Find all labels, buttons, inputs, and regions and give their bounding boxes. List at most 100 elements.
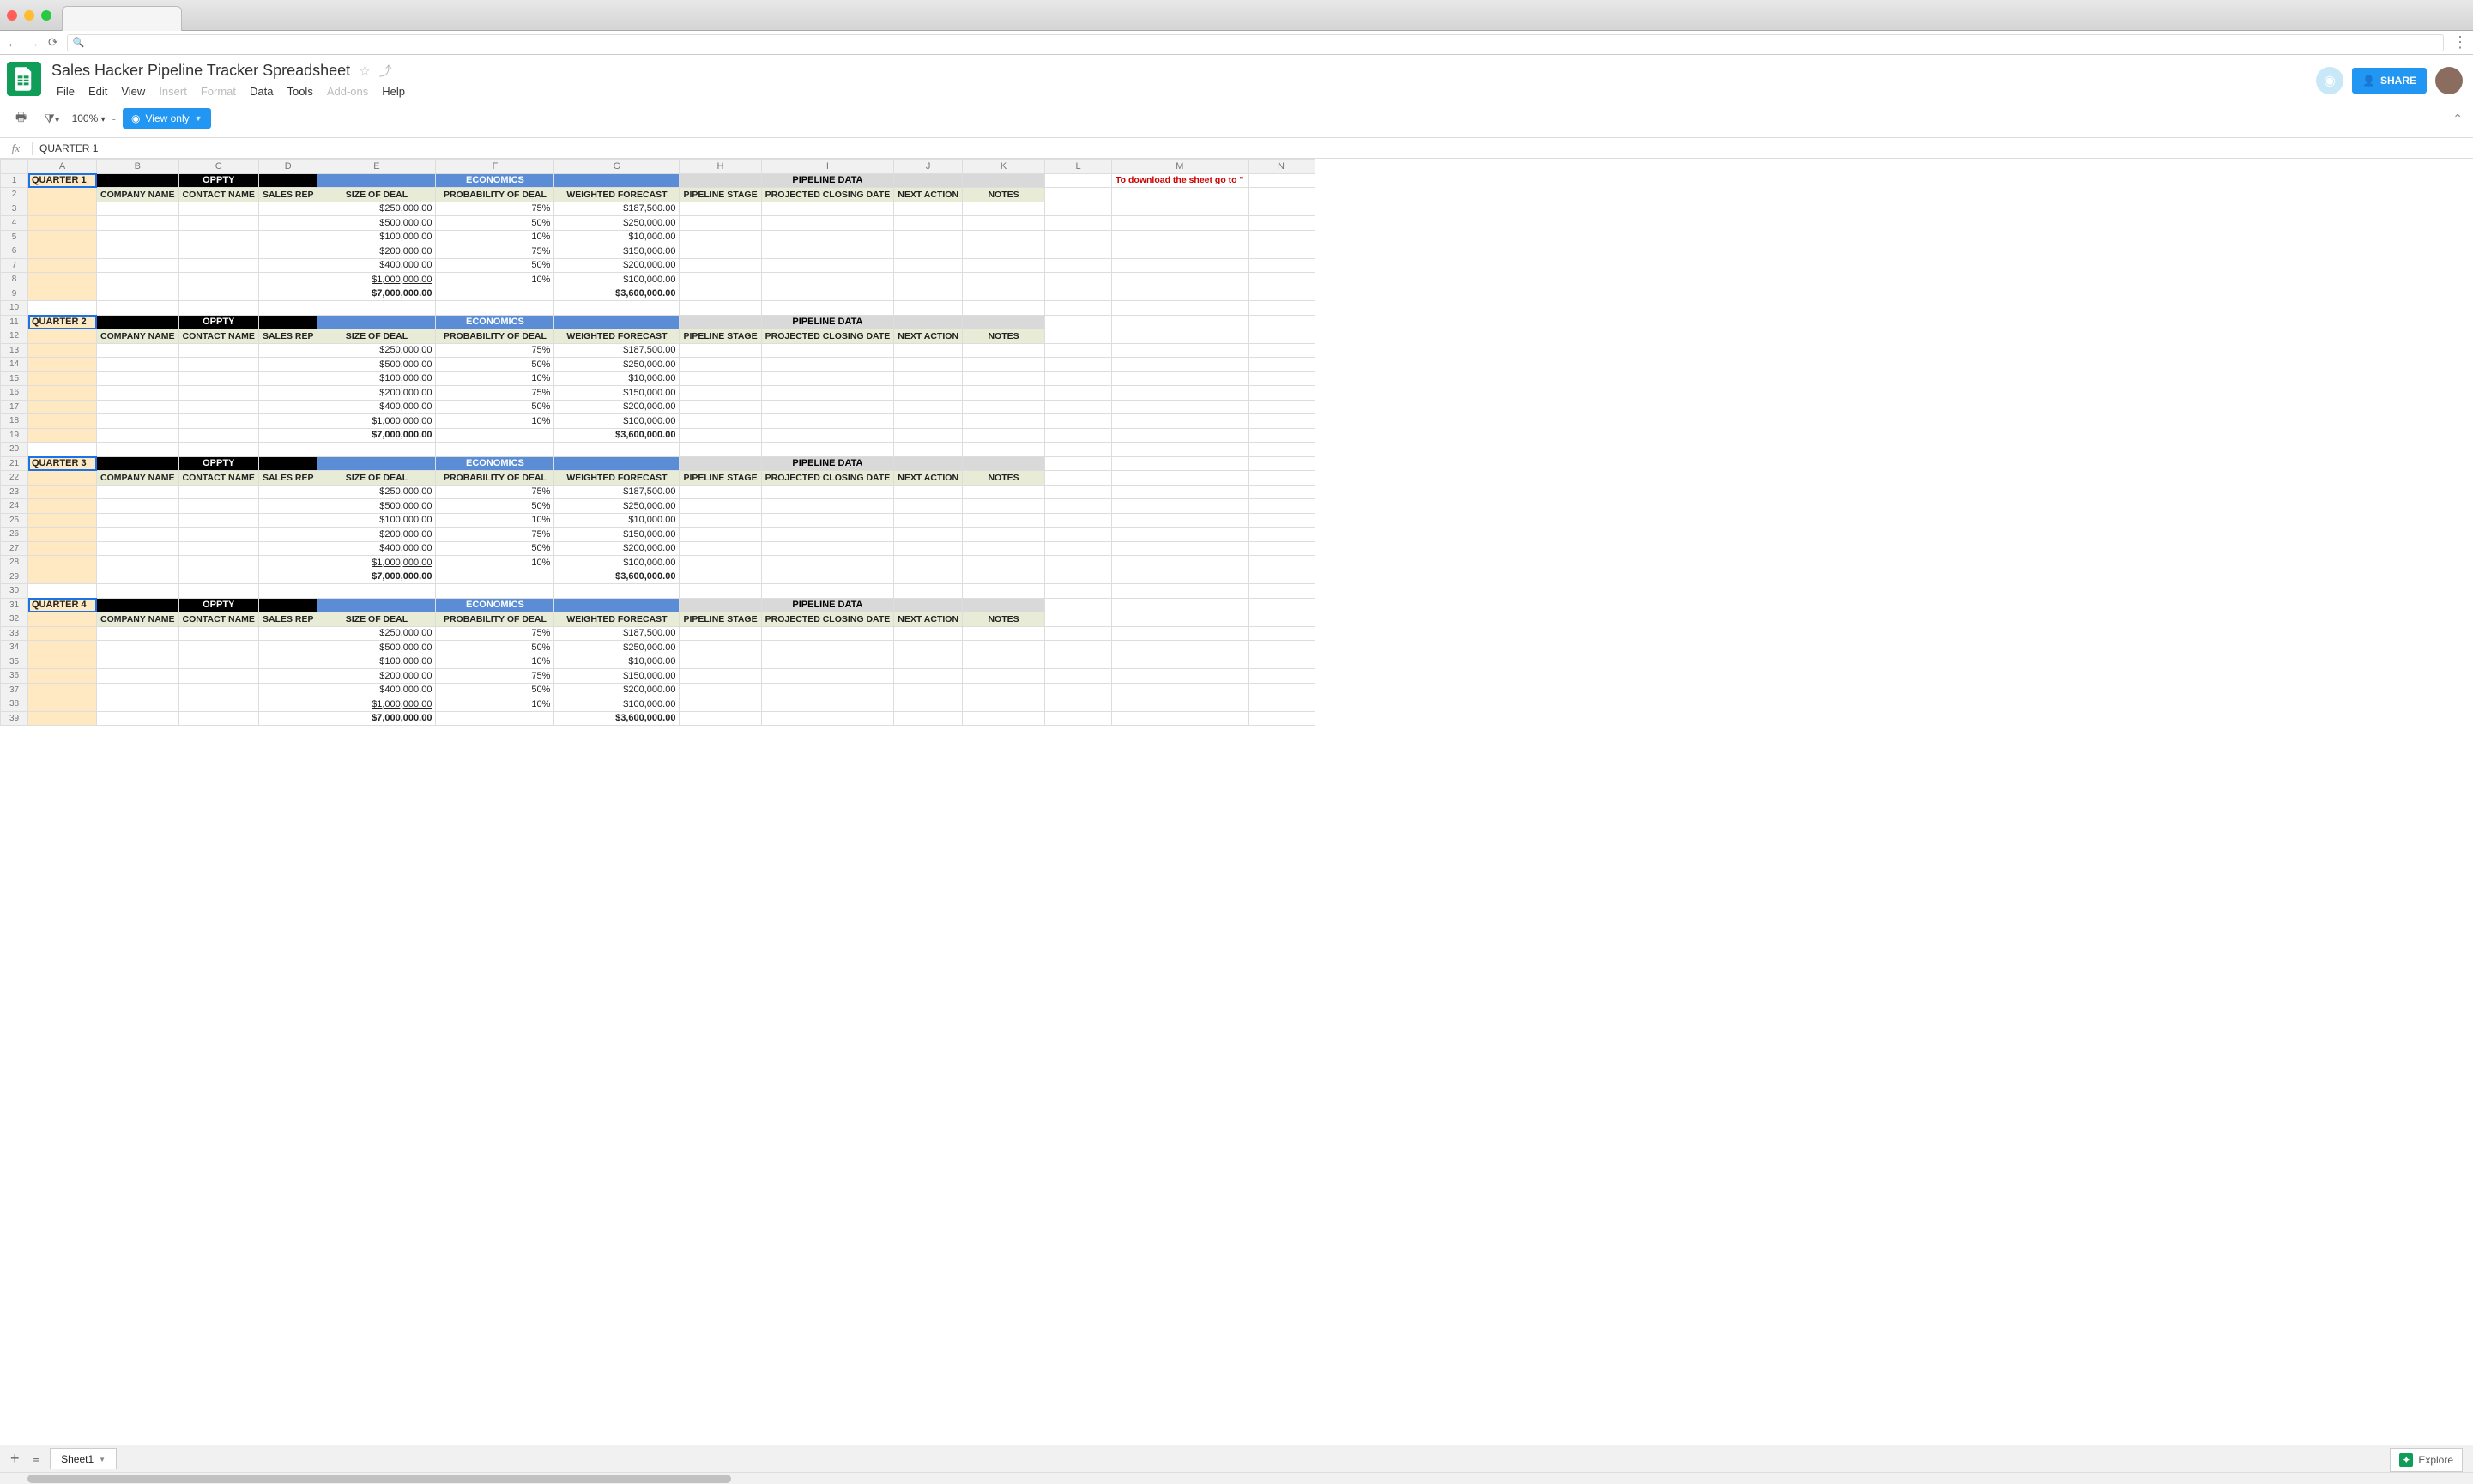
cell-G22[interactable]: WEIGHTED FORECAST [554,471,680,486]
cell-I39[interactable] [761,711,894,726]
row-header-9[interactable]: 9 [1,287,28,301]
cell-N16[interactable] [1248,386,1315,401]
cell-B13[interactable] [97,343,179,358]
cell-N8[interactable] [1248,273,1315,287]
cell-D32[interactable]: SALES REP [258,612,317,627]
cell-C4[interactable] [178,216,258,231]
cell-F11[interactable]: ECONOMICS [436,315,554,329]
cell-C10[interactable] [178,301,258,316]
cell-N33[interactable] [1248,626,1315,641]
row-header-14[interactable]: 14 [1,358,28,372]
cell-I2[interactable]: PROJECTED CLOSING DATE [761,188,894,202]
cell-J31[interactable] [894,598,963,612]
cell-J4[interactable] [894,216,963,231]
cell-F22[interactable]: PROBABILITY OF DEAL [436,471,554,486]
cell-A18[interactable] [28,414,97,429]
cell-H23[interactable] [680,485,761,499]
cell-E28[interactable]: $1,000,000.00 [317,556,436,570]
cell-F16[interactable]: 75% [436,386,554,401]
cell-K30[interactable] [963,584,1045,599]
cell-I3[interactable] [761,202,894,216]
cell-A34[interactable] [28,641,97,655]
cell-N12[interactable] [1248,329,1315,344]
cell-K34[interactable] [963,641,1045,655]
cell-E34[interactable]: $500,000.00 [317,641,436,655]
cell-B28[interactable] [97,556,179,570]
cell-E7[interactable]: $400,000.00 [317,258,436,273]
cell-B17[interactable] [97,400,179,414]
cell-K28[interactable] [963,556,1045,570]
cell-B32[interactable]: COMPANY NAME [97,612,179,627]
cell-A1[interactable]: QUARTER 1 [28,173,97,188]
cell-M33[interactable] [1112,626,1248,641]
cell-F2[interactable]: PROBABILITY OF DEAL [436,188,554,202]
cell-D9[interactable] [258,287,317,301]
cell-D15[interactable] [258,371,317,386]
cell-K24[interactable] [963,499,1045,514]
cell-E27[interactable]: $400,000.00 [317,541,436,556]
cell-E16[interactable]: $200,000.00 [317,386,436,401]
cell-F34[interactable]: 50% [436,641,554,655]
cell-B33[interactable] [97,626,179,641]
cell-C30[interactable] [178,584,258,599]
cell-J39[interactable] [894,711,963,726]
cell-C9[interactable] [178,287,258,301]
cell-I8[interactable] [761,273,894,287]
cell-D5[interactable] [258,230,317,244]
cell-H2[interactable]: PIPELINE STAGE [680,188,761,202]
cell-L26[interactable] [1045,528,1112,542]
cell-B11[interactable] [97,315,179,329]
cell-L8[interactable] [1045,273,1112,287]
cell-C31[interactable]: OPPTY [178,598,258,612]
cell-K19[interactable] [963,428,1045,443]
cell-E33[interactable]: $250,000.00 [317,626,436,641]
cell-C12[interactable]: CONTACT NAME [178,329,258,344]
cell-F10[interactable] [436,301,554,316]
cell-D35[interactable] [258,655,317,669]
cell-I12[interactable]: PROJECTED CLOSING DATE [761,329,894,344]
cell-I37[interactable] [761,683,894,697]
row-header-2[interactable]: 2 [1,188,28,202]
cell-B29[interactable] [97,570,179,584]
col-header-I[interactable]: I [761,160,894,174]
col-header-N[interactable]: N [1248,160,1315,174]
cell-K12[interactable]: NOTES [963,329,1045,344]
menu-file[interactable]: File [51,83,80,100]
cell-C28[interactable] [178,556,258,570]
cell-N14[interactable] [1248,358,1315,372]
cell-H32[interactable]: PIPELINE STAGE [680,612,761,627]
cell-N23[interactable] [1248,485,1315,499]
cell-N37[interactable] [1248,683,1315,697]
cell-E1[interactable] [317,173,436,188]
cell-A6[interactable] [28,244,97,259]
cell-A37[interactable] [28,683,97,697]
cell-B18[interactable] [97,414,179,429]
cell-D33[interactable] [258,626,317,641]
cell-E29[interactable]: $7,000,000.00 [317,570,436,584]
cell-G33[interactable]: $187,500.00 [554,626,680,641]
cell-L14[interactable] [1045,358,1112,372]
row-header-21[interactable]: 21 [1,456,28,471]
cell-N10[interactable] [1248,301,1315,316]
cell-J18[interactable] [894,414,963,429]
cell-E39[interactable]: $7,000,000.00 [317,711,436,726]
cell-J20[interactable] [894,443,963,457]
cell-N9[interactable] [1248,287,1315,301]
cell-J35[interactable] [894,655,963,669]
window-controls[interactable] [7,10,51,21]
cell-I17[interactable] [761,400,894,414]
cell-B5[interactable] [97,230,179,244]
cell-I22[interactable]: PROJECTED CLOSING DATE [761,471,894,486]
cell-C5[interactable] [178,230,258,244]
cell-A21[interactable]: QUARTER 3 [28,456,97,471]
cell-A4[interactable] [28,216,97,231]
cell-L16[interactable] [1045,386,1112,401]
cell-A26[interactable] [28,528,97,542]
cell-M30[interactable] [1112,584,1248,599]
row-header-1[interactable]: 1 [1,173,28,188]
cell-M39[interactable] [1112,711,1248,726]
cell-F32[interactable]: PROBABILITY OF DEAL [436,612,554,627]
row-header-8[interactable]: 8 [1,273,28,287]
cell-K1[interactable] [963,173,1045,188]
cell-B26[interactable] [97,528,179,542]
